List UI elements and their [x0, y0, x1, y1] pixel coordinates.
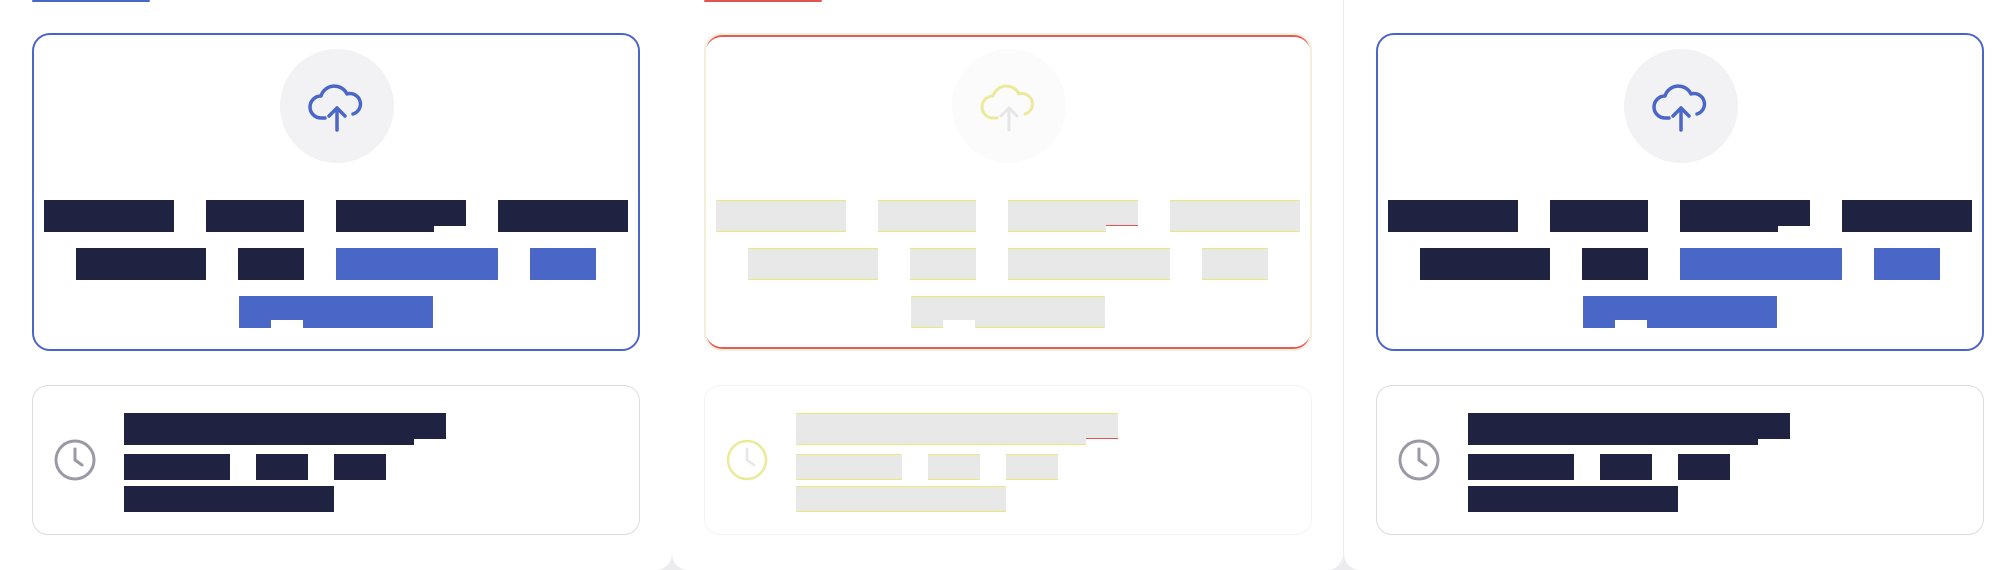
info-meta: [1006, 454, 1058, 480]
info-meta: [256, 454, 308, 480]
upload-text-word: [1842, 200, 1972, 232]
clock-icon: [1398, 439, 1440, 481]
clock-icon: [726, 439, 768, 481]
browse-link[interactable]: [1008, 248, 1170, 280]
upload-text-word: [1550, 200, 1648, 232]
upload-text-word: [76, 248, 206, 280]
top-accent-strip: [704, 0, 822, 2]
info-meta: [928, 454, 980, 480]
upload-text-word: [878, 200, 976, 232]
info-card: [704, 385, 1312, 535]
upload-text-word: [1008, 200, 1138, 232]
variant-panel-2: [672, 0, 1343, 570]
file-types-link[interactable]: [239, 296, 433, 328]
browse-link[interactable]: [1202, 248, 1268, 280]
upload-text-word: [1582, 248, 1648, 280]
upload-text-word: [336, 200, 466, 232]
clock-icon: [54, 439, 96, 481]
variant-panel-3: [1344, 0, 2016, 570]
upload-text-word: [748, 248, 878, 280]
upload-text-word: [498, 200, 628, 232]
file-types-link[interactable]: [1583, 296, 1777, 328]
file-types-link[interactable]: [911, 296, 1105, 328]
info-meta: [1678, 454, 1730, 480]
info-meta: [124, 454, 230, 480]
info-title: [796, 413, 1118, 445]
info-detail: [124, 486, 334, 512]
upload-text-word: [1680, 200, 1810, 232]
upload-text-word: [206, 200, 304, 232]
info-card: [32, 385, 640, 535]
info-detail: [796, 486, 1006, 512]
info-meta: [334, 454, 386, 480]
browse-link[interactable]: [530, 248, 596, 280]
upload-text-word: [716, 200, 846, 232]
info-title: [1468, 413, 1790, 445]
browse-link[interactable]: [1680, 248, 1842, 280]
cloud-upload-icon: [1624, 49, 1738, 163]
upload-dropzone[interactable]: [704, 33, 1312, 351]
info-meta: [1468, 454, 1574, 480]
upload-text-word: [1170, 200, 1300, 232]
upload-text-word: [44, 200, 174, 232]
upload-text-word: [910, 248, 976, 280]
info-card: [1376, 385, 1984, 535]
upload-dropzone[interactable]: [1376, 33, 1984, 351]
cloud-upload-icon: [952, 49, 1066, 163]
info-detail: [1468, 486, 1678, 512]
browse-link[interactable]: [336, 248, 498, 280]
upload-text-word: [1420, 248, 1550, 280]
upload-dropzone[interactable]: [32, 33, 640, 351]
upload-text-word: [238, 248, 304, 280]
variant-panel-1: [0, 0, 672, 570]
browse-link[interactable]: [1874, 248, 1940, 280]
info-meta: [796, 454, 902, 480]
upload-text-word: [1388, 200, 1518, 232]
top-accent-strip: [32, 0, 150, 2]
info-meta: [1600, 454, 1652, 480]
cloud-upload-icon: [280, 49, 394, 163]
info-title: [124, 413, 446, 445]
